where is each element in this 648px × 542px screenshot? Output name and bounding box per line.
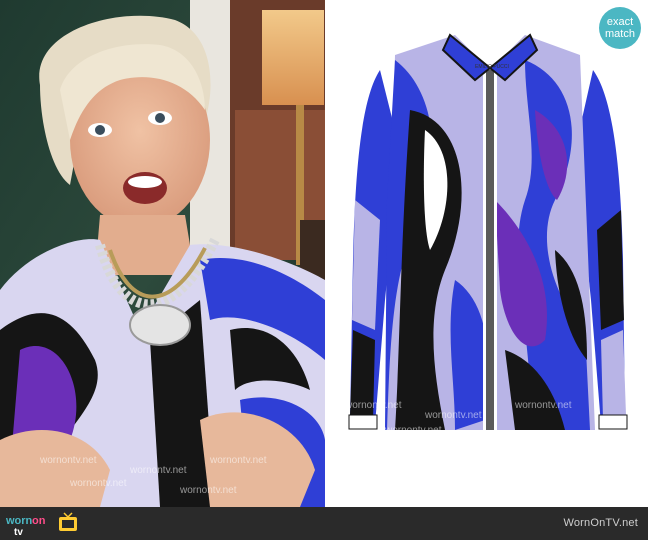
watermark: wornontv.net (385, 425, 442, 436)
watermark: wornontv.net (210, 455, 267, 466)
woman-photo (0, 0, 325, 507)
logo-word-on: on (32, 515, 46, 527)
logo-word-worn: worn (5, 515, 33, 527)
garment-label: EMILIO PUCCI (475, 64, 509, 70)
exact-match-badge: exact match (599, 7, 641, 49)
footer-bar: worn on tv WornOnTV.net (0, 507, 648, 540)
badge-line-2: match (605, 28, 635, 40)
watermark: wornontv.net (345, 400, 402, 411)
tv-logo-icon: worn on tv (5, 512, 77, 538)
watermark: wornontv.net (475, 430, 532, 441)
watermark: wornontv.net (425, 410, 482, 421)
product-photo: EMILIO PUCCI wornontv.net wornontv.net w… (325, 0, 648, 507)
watermark: wornontv.net (130, 465, 187, 476)
wornontv-logo[interactable]: worn on tv (4, 511, 84, 538)
watermark: wornontv.net (40, 455, 97, 466)
watermark: wornontv.net (515, 400, 572, 411)
logo-word-tv: tv (14, 527, 23, 537)
badge-line-1: exact (606, 16, 634, 28)
left-photo: wornontv.net wornontv.net wornontv.net w… (0, 0, 325, 507)
watermark: wornontv.net (180, 485, 237, 496)
watermark: wornontv.net (70, 478, 127, 489)
site-name[interactable]: WornOnTV.net (563, 517, 638, 529)
